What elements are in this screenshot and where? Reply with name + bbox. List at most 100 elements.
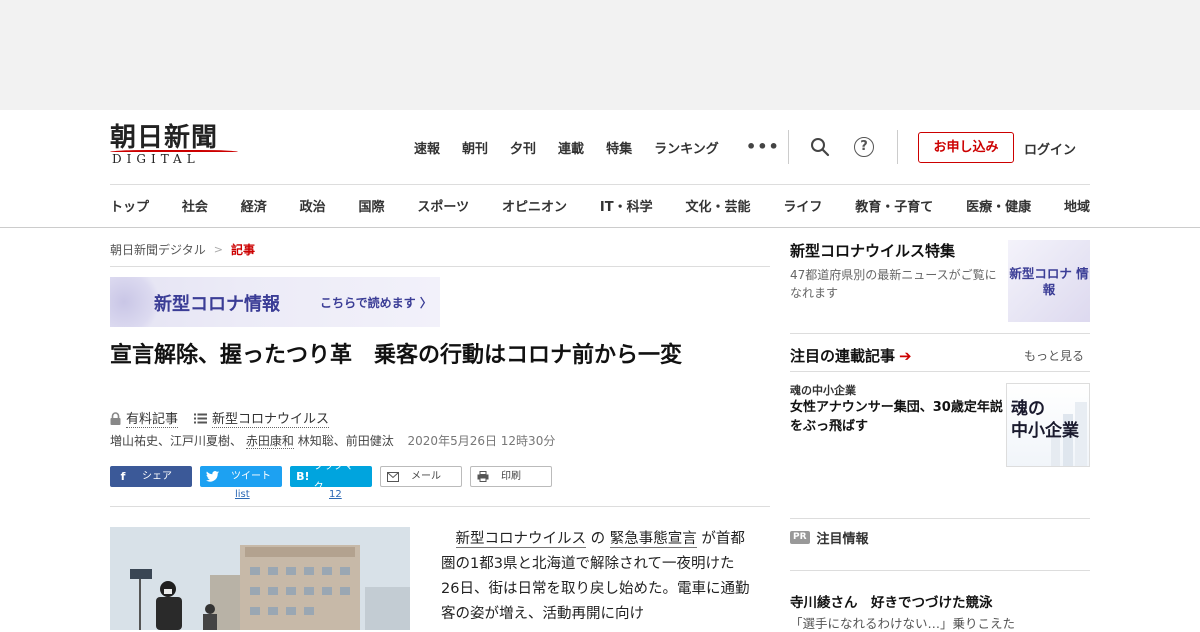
body-link-emergency[interactable]: 緊急事態宣言	[609, 531, 697, 548]
facebook-icon: f	[120, 470, 126, 483]
article-headline: 宣言解除、握ったつり革 乗客の行動はコロナ前から一変	[110, 343, 683, 368]
mail-share-label: メール	[411, 471, 441, 482]
sidebar-feature-desc: 47都道府県別の最新ニュースがご覧になれます	[790, 268, 997, 300]
see-more-link[interactable]: もっと見る	[1024, 347, 1084, 364]
divider	[897, 130, 898, 164]
hatena-count[interactable]: 12	[329, 489, 342, 500]
category-international[interactable]: 国際	[359, 196, 385, 215]
topic-tag[interactable]: 新型コロナウイルス	[194, 408, 330, 428]
lock-icon	[110, 411, 121, 425]
sidebar-feature-thumb-text: 新型コロナ 情報	[1009, 266, 1089, 297]
series-thumbnail[interactable]: 魂の 中小企業	[1006, 383, 1090, 467]
logo-subtitle: DIGITAL	[112, 152, 200, 166]
subscribe-button[interactable]: お申し込み	[918, 132, 1014, 163]
author-link[interactable]: 赤田康和	[245, 434, 294, 449]
category-life[interactable]: ライフ	[783, 196, 822, 215]
topnav-sokuho[interactable]: 速報	[414, 138, 440, 157]
divider	[790, 518, 1090, 519]
category-culture[interactable]: 文化・芸能	[685, 196, 750, 215]
topnav-yuukan[interactable]: 夕刊	[510, 138, 536, 157]
breadcrumb: 朝日新聞デジタル > 記事	[110, 241, 255, 258]
corona-info-banner[interactable]: 新型コロナ情報 こちらで読めます 〉	[110, 277, 440, 327]
hatena-bookmark-button[interactable]: B! ブックマーク	[290, 461, 372, 493]
article-photo[interactable]	[110, 527, 410, 630]
topnav-ranking[interactable]: ランキング	[654, 138, 719, 157]
arrow-right-icon: ➔	[899, 346, 912, 365]
header-divider	[110, 184, 1090, 185]
category-opinion[interactable]: オピニオン	[502, 196, 567, 215]
search-icon[interactable]	[810, 137, 830, 157]
category-education[interactable]: 教育・子育て	[855, 196, 933, 215]
divider	[790, 333, 1090, 334]
virus-graphic	[110, 277, 160, 327]
divider	[788, 130, 789, 164]
featured-series-title: 注目の連載記事	[790, 347, 896, 365]
breadcrumb-home[interactable]: 朝日新聞デジタル	[110, 241, 206, 258]
breadcrumb-separator: >	[213, 243, 223, 256]
category-nav: トップ 社会 経済 政治 国際 スポーツ オピニオン IT・科学 文化・芸能 ラ…	[110, 196, 1090, 215]
divider	[790, 570, 1090, 571]
login-link[interactable]: ログイン	[1024, 139, 1076, 158]
logo-swoosh	[110, 150, 238, 154]
paid-article-label: 有料記事	[126, 408, 179, 428]
featured-series-heading[interactable]: 注目の連載記事 ➔	[790, 345, 912, 366]
topic-label: 新型コロナウイルス	[212, 408, 330, 428]
paid-article-tag[interactable]: 有料記事	[110, 408, 179, 428]
series-kicker: 魂の中小企業	[790, 384, 856, 397]
series-thumb-line2: 中小企業	[1011, 421, 1079, 441]
twitter-share-label: ツイート	[231, 471, 271, 482]
facebook-share-button[interactable]: f シェア	[110, 466, 192, 487]
pr-item-subtitle: 「選手になれるわけない…」乗りこえた	[790, 616, 1016, 631]
ad-banner-area	[0, 0, 1200, 110]
divider	[110, 266, 770, 267]
print-label: 印刷	[501, 471, 521, 482]
sidebar-feature-thumbnail[interactable]: 新型コロナ 情報	[1008, 240, 1090, 322]
pr-item-title[interactable]: 寺川綾さん 好きでつづけた競泳	[790, 591, 993, 611]
print-button[interactable]: 印刷	[470, 466, 552, 487]
twitter-bird-icon	[206, 471, 219, 482]
breadcrumb-current: 記事	[230, 243, 255, 257]
category-sports[interactable]: スポーツ	[417, 196, 469, 215]
category-politics[interactable]: 政治	[300, 196, 326, 215]
series-thumb-text: 魂の 中小企業	[1011, 398, 1079, 442]
topnav-tokushu[interactable]: 特集	[606, 138, 632, 157]
pr-heading-label: 注目情報	[816, 532, 869, 547]
corona-banner-link[interactable]: こちらで読めます 〉	[320, 294, 432, 311]
twitter-count[interactable]: list	[235, 489, 250, 500]
topnav-choukan[interactable]: 朝刊	[462, 138, 488, 157]
category-region[interactable]: 地域	[1064, 196, 1090, 215]
hatena-share-label: ブックマーク	[313, 460, 364, 493]
asahi-digital-logo[interactable]: 朝日新聞 DIGITAL	[110, 124, 240, 168]
category-health[interactable]: 医療・健康	[966, 196, 1031, 215]
publish-date: 2020年5月26日 12時30分	[407, 434, 556, 448]
station-street-photo	[110, 527, 410, 630]
divider	[790, 371, 1090, 372]
mail-icon	[387, 471, 399, 482]
hatena-bookmark-icon: B!	[296, 470, 310, 483]
authors-before: 増山祐史、江戸川夏樹、	[110, 434, 243, 448]
facebook-share-label: シェア	[142, 471, 172, 482]
printer-icon	[477, 471, 489, 482]
more-menu-button[interactable]: •••	[746, 137, 780, 156]
series-headline[interactable]: 女性アナウンサー集団、30歳定年説をぶっ飛ばす	[790, 398, 1004, 436]
mail-share-button[interactable]: メール	[380, 466, 462, 487]
article-byline: 増山祐史、江戸川夏樹、 赤田康和 林知聡、前田健汰 2020年5月26日 12時…	[110, 432, 555, 449]
body-link-covid[interactable]: 新型コロナウイルス	[455, 531, 586, 548]
body-text-1: の	[586, 531, 610, 547]
pr-badge: PR	[790, 531, 810, 544]
top-nav: 速報 朝刊 夕刊 連載 特集 ランキング	[414, 138, 719, 157]
article-tags: 有料記事 新型コロナウイルス	[110, 408, 330, 428]
category-top[interactable]: トップ	[110, 196, 149, 215]
category-it-science[interactable]: IT・科学	[600, 196, 653, 215]
twitter-share-button[interactable]: ツイート	[200, 466, 282, 487]
list-icon	[194, 413, 208, 423]
category-society[interactable]: 社会	[182, 196, 208, 215]
topnav-rensai[interactable]: 連載	[558, 138, 584, 157]
authors-after: 林知聡、前田健汰	[297, 434, 394, 448]
article-body: 新型コロナウイルス の 緊急事態宣言 が首都圏の1都3県と北海道で解除されて一夜…	[441, 527, 751, 627]
corona-banner-title: 新型コロナ情報	[154, 294, 280, 315]
sidebar-feature-title[interactable]: 新型コロナウイルス特集	[790, 240, 955, 261]
help-icon[interactable]: ?	[854, 137, 874, 157]
series-thumb-line1: 魂の	[1011, 399, 1045, 419]
category-economy[interactable]: 経済	[241, 196, 267, 215]
